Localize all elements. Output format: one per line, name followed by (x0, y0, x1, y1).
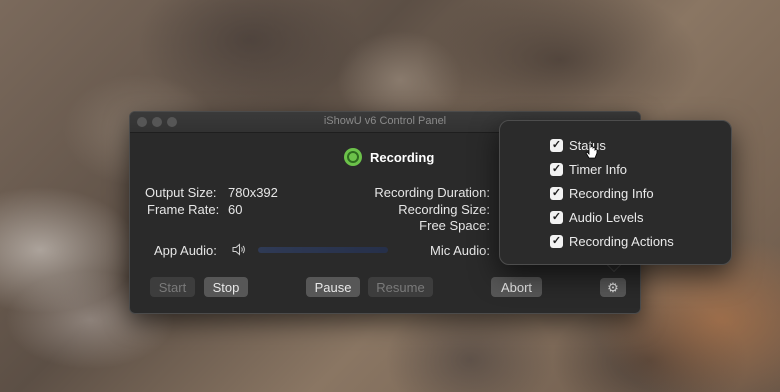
mic-audio-label: Mic Audio: (430, 243, 490, 258)
start-button[interactable]: Start (150, 277, 195, 297)
checkmark-icon[interactable]: ✓ (550, 235, 563, 248)
stop-button[interactable]: Stop (204, 277, 248, 297)
option-timer-info[interactable]: ✓ Timer Info (550, 162, 627, 177)
recording-duration-label: Recording Duration: (374, 185, 490, 200)
abort-button[interactable]: Abort (491, 277, 542, 297)
checkmark-icon[interactable]: ✓ (550, 187, 563, 200)
option-recording-actions[interactable]: ✓ Recording Actions (550, 234, 674, 249)
app-audio-level-meter (258, 247, 388, 253)
option-label: Audio Levels (569, 210, 644, 225)
frame-rate-label: Frame Rate: (147, 202, 220, 217)
speaker-icon (232, 243, 246, 259)
checkmark-icon[interactable]: ✓ (550, 139, 563, 152)
option-recording-info[interactable]: ✓ Recording Info (550, 186, 654, 201)
recording-status: Recording (344, 148, 434, 166)
option-label: Recording Info (569, 186, 654, 201)
display-options-popover: ✓ Status ✓ Timer Info ✓ Recording Info ✓… (499, 120, 732, 265)
recording-size-label: Recording Size: (398, 202, 490, 217)
checkmark-icon[interactable]: ✓ (550, 163, 563, 176)
frame-rate-value: 60 (228, 202, 243, 217)
app-audio-label: App Audio: (154, 243, 217, 258)
gear-icon: ⚙ (607, 279, 619, 295)
status-label: Recording (370, 149, 435, 165)
checkmark-icon[interactable]: ✓ (550, 211, 563, 224)
settings-gear-button[interactable]: ⚙ (600, 278, 626, 297)
output-size-value: 780x392 (228, 185, 278, 200)
recording-indicator-icon (344, 148, 362, 166)
option-label: Timer Info (569, 162, 628, 177)
option-audio-levels[interactable]: ✓ Audio Levels (550, 210, 643, 225)
pause-button[interactable]: Pause (306, 277, 360, 297)
resume-button[interactable]: Resume (368, 277, 433, 297)
option-label: Recording Actions (569, 234, 674, 249)
free-space-label: Free Space: (419, 218, 490, 233)
mouse-pointer-icon (585, 143, 599, 161)
output-size-label: Output Size: (145, 185, 217, 200)
